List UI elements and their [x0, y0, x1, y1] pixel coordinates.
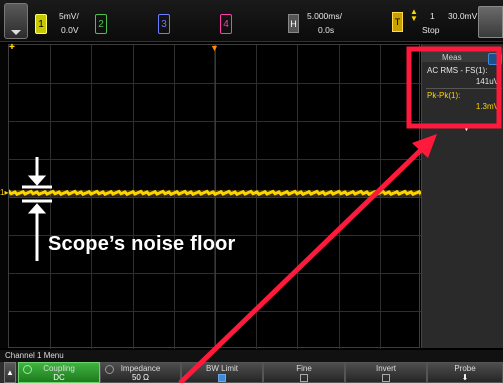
coupling-softkey[interactable]: Coupling DC — [18, 362, 100, 383]
timebase-value: 5.000ms/ — [307, 11, 342, 21]
bw-limit-checkbox[interactable] — [218, 374, 226, 382]
down-arrow-icon: ⬇ — [461, 373, 469, 382]
tab-extra[interactable] — [488, 53, 502, 65]
measurement-1-name: AC RMS - FS(1): — [427, 66, 488, 75]
panel-tabs: Meas — [422, 48, 503, 65]
bw-limit-label: BW Limit — [206, 364, 238, 373]
invert-label: Invert — [375, 364, 396, 373]
channel-3-indicator[interactable]: 3 — [158, 14, 170, 34]
channel-1-offset: 0.0V — [61, 25, 79, 35]
probe-label: Probe — [454, 364, 476, 373]
bw-limit-softkey[interactable]: BW Limit — [181, 362, 263, 383]
waveform-display[interactable] — [8, 44, 421, 349]
graticule — [9, 45, 421, 349]
probe-softkey[interactable]: Probe ⬇ — [427, 362, 503, 383]
panel-toggle-button[interactable] — [478, 6, 503, 38]
fine-softkey[interactable]: Fine — [263, 362, 345, 383]
delay-value: 0.0s — [318, 25, 335, 35]
fine-label: Fine — [296, 364, 312, 373]
invert-checkbox[interactable] — [382, 374, 390, 382]
status-bar: 1 5mV/ 0.0V 2 3 4 H 5.000ms/ 0.0s T ▲ ▼ 1… — [0, 0, 503, 42]
time-reference-marker: ▼ — [210, 43, 219, 53]
measurement-panel: Meas AC RMS - FS(1): 141uV Pk-Pk(1): 1.3… — [421, 44, 503, 348]
trigger-slope-icon: ▲ ▼ — [410, 7, 418, 23]
menu-title: Channel 1 Menu — [0, 350, 503, 362]
trigger-position-marker: ✚ — [9, 44, 15, 51]
channel-4-indicator[interactable]: 4 — [220, 14, 232, 34]
impedance-softkey[interactable]: Impedance 50 Ω — [100, 362, 181, 383]
trace-glow — [9, 190, 421, 196]
measurement-1-value: 141uV — [475, 77, 499, 86]
channel-1-ground-marker[interactable]: 1▸ — [0, 189, 8, 197]
knob-icon — [23, 365, 32, 374]
invert-softkey[interactable]: Invert — [345, 362, 427, 383]
trigger-source: 1 — [430, 11, 435, 21]
trigger-indicator[interactable]: T — [392, 12, 403, 32]
fine-checkbox[interactable] — [300, 374, 308, 382]
trigger-level: 30.0mV — [448, 11, 478, 21]
impedance-value: 50 Ω — [131, 373, 150, 382]
channel-1-indicator[interactable]: 1 — [35, 14, 47, 34]
scroll-down-icon[interactable]: ▼ — [462, 123, 471, 133]
channel-1-scale: 5mV/ — [59, 11, 79, 21]
knob-icon — [105, 365, 114, 374]
main-menu-button[interactable] — [4, 3, 28, 39]
coupling-value: DC — [53, 373, 65, 382]
channel-2-indicator[interactable]: 2 — [95, 14, 107, 34]
tab-meas[interactable]: Meas — [442, 53, 462, 62]
chevron-down-icon — [11, 30, 21, 35]
measurement-divider — [426, 88, 502, 89]
measurement-2-name: Pk-Pk(1): — [427, 91, 461, 100]
menu-back-button[interactable]: ▲ — [4, 362, 16, 383]
measurement-2-value: 1.3mV — [475, 102, 499, 111]
acquisition-status: Stop — [422, 25, 440, 35]
horizontal-indicator[interactable]: H — [288, 14, 299, 33]
up-arrow-icon: ▲ — [6, 368, 14, 377]
noise-floor-annotation: Scope’s noise floor — [48, 233, 236, 255]
softkey-bar: ▲ Coupling DC Impedance 50 Ω BW Limit Fi… — [0, 362, 503, 383]
